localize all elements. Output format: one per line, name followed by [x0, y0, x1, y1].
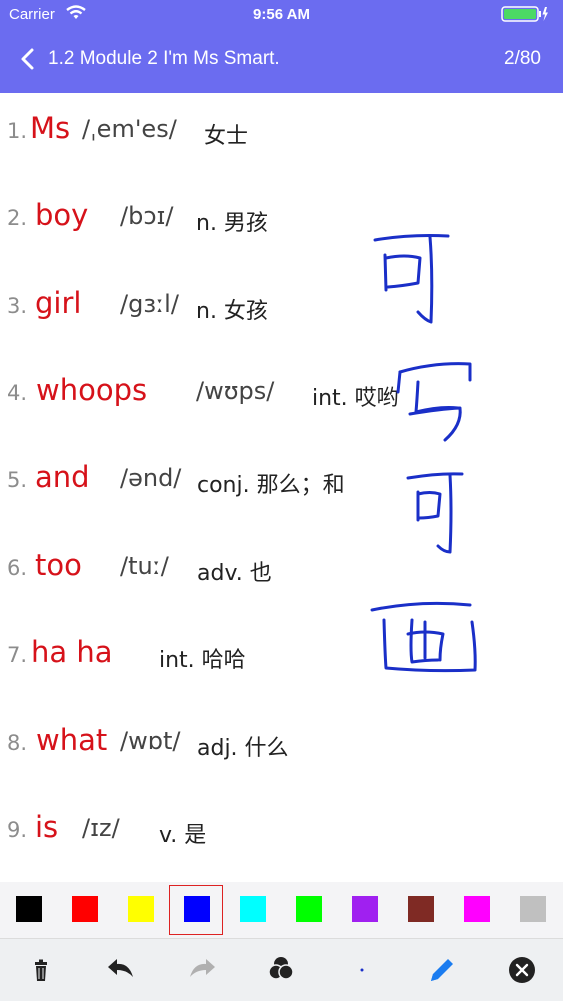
undo-icon[interactable]: [104, 953, 138, 987]
list-item[interactable]: 4. whoops /wʊps/ int. 哎哟: [0, 367, 563, 423]
status-bar: Carrier 9:56 AM: [0, 0, 563, 30]
color-swatch[interactable]: [128, 896, 154, 922]
list-item[interactable]: 9. is /ɪz/ v. 是: [0, 804, 563, 860]
item-number: 5.: [7, 468, 28, 492]
item-phonetic: /ənd/: [120, 464, 182, 492]
color-swatch[interactable]: [240, 896, 266, 922]
item-number: 8.: [7, 731, 28, 755]
item-phonetic: /gɜːl/: [120, 290, 179, 318]
item-definition: n. 女孩: [196, 299, 268, 324]
item-definition: int. 哎哟: [312, 386, 399, 411]
list-item[interactable]: 1. Ms /ˌem'es/ 女士: [0, 105, 563, 161]
item-number: 4.: [7, 381, 28, 405]
trash-icon[interactable]: [24, 953, 58, 987]
pencil-icon[interactable]: [425, 953, 459, 987]
color-swatch[interactable]: [296, 896, 322, 922]
color-swatch[interactable]: [408, 896, 434, 922]
item-number: 3.: [7, 294, 28, 318]
item-word: what: [36, 723, 108, 757]
list-item[interactable]: 3. girl /gɜːl/ n. 女孩: [0, 280, 563, 336]
item-definition: 女士: [204, 124, 249, 149]
item-number: 9.: [7, 818, 28, 842]
item-word: boy: [35, 198, 89, 232]
item-word: Ms: [30, 111, 71, 145]
color-palette: [0, 882, 563, 938]
color-swatch[interactable]: [352, 896, 378, 922]
item-phonetic: /bɔɪ/: [120, 202, 174, 230]
item-word: is: [35, 810, 59, 844]
item-word: and: [35, 460, 90, 494]
item-phonetic: /ɪz/: [82, 814, 120, 842]
item-definition: adj. 什么: [197, 736, 289, 761]
list-item[interactable]: 2. boy /bɔɪ/ n. 男孩: [0, 192, 563, 248]
list-item[interactable]: 7. ha ha int. 哈哈: [0, 629, 563, 685]
item-number: 2.: [7, 206, 28, 230]
color-swatch[interactable]: [16, 896, 42, 922]
item-phonetic: /wɒt/: [120, 727, 181, 755]
color-swatch[interactable]: [72, 896, 98, 922]
status-time: 9:56 AM: [253, 6, 310, 23]
list-item[interactable]: 8. what /wɒt/ adj. 什么: [0, 717, 563, 773]
word-list: 1. Ms /ˌem'es/ 女士 2. boy /bɔɪ/ n. 男孩 3. …: [0, 93, 563, 881]
page-title: 1.2 Module 2 I'm Ms Smart.: [48, 48, 280, 69]
item-phonetic: /tuː/: [120, 552, 169, 580]
color-swatch[interactable]: [464, 896, 490, 922]
drawing-toolbar: [0, 938, 563, 1001]
close-icon[interactable]: [505, 953, 539, 987]
list-item[interactable]: 6. too /tuː/ adv. 也: [0, 542, 563, 598]
item-definition: int. 哈哈: [159, 648, 246, 673]
item-definition: adv. 也: [197, 561, 272, 586]
top-bar: Carrier 9:56 AM 1.2 Module 2 I'm Ms Smar…: [0, 0, 563, 93]
item-phonetic: /ˌem'es/: [82, 115, 177, 143]
item-number: 6.: [7, 556, 28, 580]
battery-icon: [501, 6, 548, 22]
item-word: too: [35, 548, 82, 582]
color-wheel-icon[interactable]: [264, 953, 298, 987]
item-definition: conj. 那么；和: [197, 473, 345, 498]
item-word: whoops: [36, 373, 148, 407]
nav-bar: 1.2 Module 2 I'm Ms Smart. 2/80: [0, 40, 563, 80]
item-phonetic: /wʊps/: [196, 377, 275, 405]
redo-icon[interactable]: [185, 953, 219, 987]
back-arrow-icon[interactable]: [14, 45, 42, 73]
color-swatch[interactable]: [184, 896, 210, 922]
dot-size-icon[interactable]: [345, 953, 379, 987]
list-item[interactable]: 5. and /ənd/ conj. 那么；和: [0, 454, 563, 510]
item-word: girl: [35, 286, 82, 320]
page-counter: 2/80: [504, 48, 541, 69]
color-swatch[interactable]: [520, 896, 546, 922]
item-number: 1.: [7, 119, 28, 143]
item-definition: v. 是: [159, 823, 207, 848]
item-word: ha ha: [31, 635, 113, 669]
item-definition: n. 男孩: [196, 211, 268, 236]
item-number: 7.: [7, 643, 28, 667]
